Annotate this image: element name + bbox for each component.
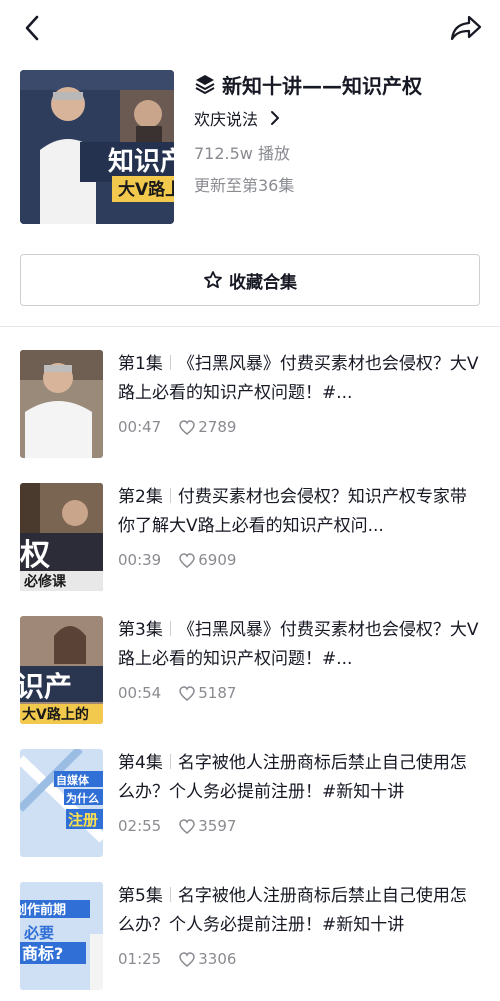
back-button[interactable] bbox=[14, 10, 50, 46]
likes-count: 3597 bbox=[198, 817, 237, 835]
episode-likes: 2789 bbox=[179, 418, 236, 436]
share-button[interactable] bbox=[446, 10, 486, 46]
chevron-right-icon bbox=[271, 111, 280, 125]
likes-count: 3306 bbox=[198, 950, 237, 968]
likes-count: 2789 bbox=[198, 418, 237, 436]
thumbnail-text: 自媒体 bbox=[56, 773, 90, 787]
episode-title: 第4集 名字被他人注册商标后禁止自己使用怎么办？个人务必提前注册！#新知十讲 bbox=[118, 749, 480, 807]
episode-likes: 3597 bbox=[179, 817, 236, 835]
episode-number: 第2集 bbox=[118, 487, 163, 507]
heart-outline-icon bbox=[179, 951, 195, 967]
title-row: 新知十讲——知识产权 bbox=[194, 70, 484, 98]
thumbnail-text: 注册 bbox=[68, 811, 98, 829]
episode-item[interactable]: 第1集 《扫黑风暴》付费买素材也会侵权？大V路上必看的知识产权问题！#... 00… bbox=[20, 350, 480, 458]
star-outline-icon bbox=[204, 271, 222, 289]
author-name: 欢庆说法 bbox=[194, 110, 259, 129]
cover-text-sub: 大V路上 bbox=[118, 179, 174, 200]
separator bbox=[169, 754, 171, 769]
likes-count: 5187 bbox=[198, 684, 237, 702]
section-divider bbox=[0, 326, 500, 327]
episode-number: 第4集 bbox=[118, 753, 163, 773]
heart-outline-icon bbox=[179, 419, 195, 435]
separator bbox=[169, 887, 171, 902]
play-count: 712.5w 播放 bbox=[194, 144, 290, 163]
thumbnail-text: 权 bbox=[20, 538, 50, 573]
episode-duration: 01:25 bbox=[118, 950, 162, 968]
episode-number: 第5集 bbox=[118, 886, 163, 906]
episode-meta: 00:54 5187 bbox=[118, 682, 236, 704]
likes-count: 6909 bbox=[198, 551, 237, 569]
episode-item[interactable]: 自媒体 为什么 注册 第4集 名字被他人注册商标后禁止自己使用怎么办？个人务必提前… bbox=[20, 749, 480, 857]
top-bar bbox=[0, 0, 500, 56]
episode-likes: 5187 bbox=[179, 684, 236, 702]
episode-title: 第3集 《扫黑风暴》付费买素材也会侵权？大V路上必看的知识产权问题！#... bbox=[118, 616, 480, 674]
layers-icon bbox=[195, 75, 215, 94]
episode-text: 第1集 《扫黑风暴》付费买素材也会侵权？大V路上必看的知识产权问题！#... 00… bbox=[118, 350, 480, 436]
share-arrow-icon bbox=[450, 15, 482, 41]
collection-info: 新知十讲——知识产权 欢庆说法 712.5w 播放 更新至第36集 bbox=[194, 70, 484, 196]
episode-text: 第4集 名字被他人注册商标后禁止自己使用怎么办？个人务必提前注册！#新知十讲 02… bbox=[118, 749, 480, 835]
episode-title-text: 《扫黑风暴》付费买素材也会侵权？大V路上必看的知识产权问题！#... bbox=[118, 620, 479, 669]
heart-outline-icon bbox=[179, 685, 195, 701]
episode-item[interactable]: 创作前期 必要 商标? 第5集 名字被他人注册商标后禁止自己使用怎么办？个人务必提… bbox=[20, 882, 480, 990]
episode-item[interactable]: 识产 大V路上的 第3集 《扫黑风暴》付费买素材也会侵权？大V路上必看的知识产权问… bbox=[20, 616, 480, 724]
episode-title: 第5集 名字被他人注册商标后禁止自己使用怎么办？个人务必提前注册！#新知十讲 bbox=[118, 882, 480, 940]
episode-duration: 00:39 bbox=[118, 551, 162, 569]
thumbnail-text: 大V路上的 bbox=[22, 706, 89, 723]
thumbnail-text: 为什么 bbox=[66, 791, 99, 805]
author-link[interactable]: 欢庆说法 bbox=[194, 106, 484, 130]
chevron-left-icon bbox=[25, 15, 39, 41]
episode-text: 第2集 付费买素材也会侵权？知识产权专家带你了解大V路上必看的知识产权问... 0… bbox=[118, 483, 480, 569]
episode-duration: 00:47 bbox=[118, 418, 162, 436]
collect-label: 收藏合集 bbox=[229, 272, 297, 293]
thumbnail-text: 必要 bbox=[23, 924, 54, 942]
episode-text: 第5集 名字被他人注册商标后禁止自己使用怎么办？个人务必提前注册！#新知十讲 01… bbox=[118, 882, 480, 968]
episode-number: 第3集 bbox=[118, 620, 163, 640]
episode-likes: 3306 bbox=[179, 950, 236, 968]
episode-duration: 00:54 bbox=[118, 684, 162, 702]
episode-meta: 00:47 2789 bbox=[118, 416, 236, 438]
collect-collection-button[interactable]: 收藏合集 bbox=[20, 254, 480, 306]
episode-number: 第1集 bbox=[118, 354, 163, 374]
thumbnail-text: 必修课 bbox=[23, 573, 67, 590]
heart-outline-icon bbox=[179, 818, 195, 834]
episode-likes: 6909 bbox=[179, 551, 236, 569]
separator bbox=[169, 621, 171, 636]
thumbnail-text: 商标? bbox=[22, 944, 63, 963]
episode-item[interactable]: 权 必修课 第2集 付费买素材也会侵权？知识产权专家带你了解大V路上必看的知识产权… bbox=[20, 483, 480, 591]
episode-meta: 02:55 3597 bbox=[118, 815, 236, 837]
thumbnail-text: 创作前期 bbox=[20, 902, 66, 918]
separator bbox=[169, 355, 171, 370]
thumbnail-text: 识产 bbox=[20, 670, 72, 703]
separator bbox=[169, 488, 171, 503]
episode-thumbnail bbox=[20, 350, 103, 458]
episode-duration: 02:55 bbox=[118, 817, 162, 835]
episode-title: 第2集 付费买素材也会侵权？知识产权专家带你了解大V路上必看的知识产权问... bbox=[118, 483, 480, 541]
collection-title: 新知十讲——知识产权 bbox=[222, 73, 422, 98]
collection-cover[interactable]: 知识产 大V路上 bbox=[20, 70, 174, 224]
episode-title: 第1集 《扫黑风暴》付费买素材也会侵权？大V路上必看的知识产权问题！#... bbox=[118, 350, 480, 408]
episode-title-text: 《扫黑风暴》付费买素材也会侵权？大V路上必看的知识产权问题！#... bbox=[118, 354, 479, 403]
episode-thumbnail: 创作前期 必要 商标? bbox=[20, 882, 103, 990]
collection-header: 知识产 大V路上 新知十讲——知识产权 欢庆说法 712.5w 播放 更新至第3… bbox=[20, 70, 480, 224]
heart-outline-icon bbox=[179, 552, 195, 568]
episode-thumbnail: 自媒体 为什么 注册 bbox=[20, 749, 103, 857]
update-status: 更新至第36集 bbox=[194, 176, 295, 195]
episode-text: 第3集 《扫黑风暴》付费买素材也会侵权？大V路上必看的知识产权问题！#... 00… bbox=[118, 616, 480, 702]
cover-text-main: 知识产 bbox=[108, 147, 174, 177]
episode-thumbnail: 权 必修课 bbox=[20, 483, 103, 591]
episode-thumbnail: 识产 大V路上的 bbox=[20, 616, 103, 724]
episode-meta: 00:39 6909 bbox=[118, 549, 236, 571]
episode-meta: 01:25 3306 bbox=[118, 948, 236, 970]
